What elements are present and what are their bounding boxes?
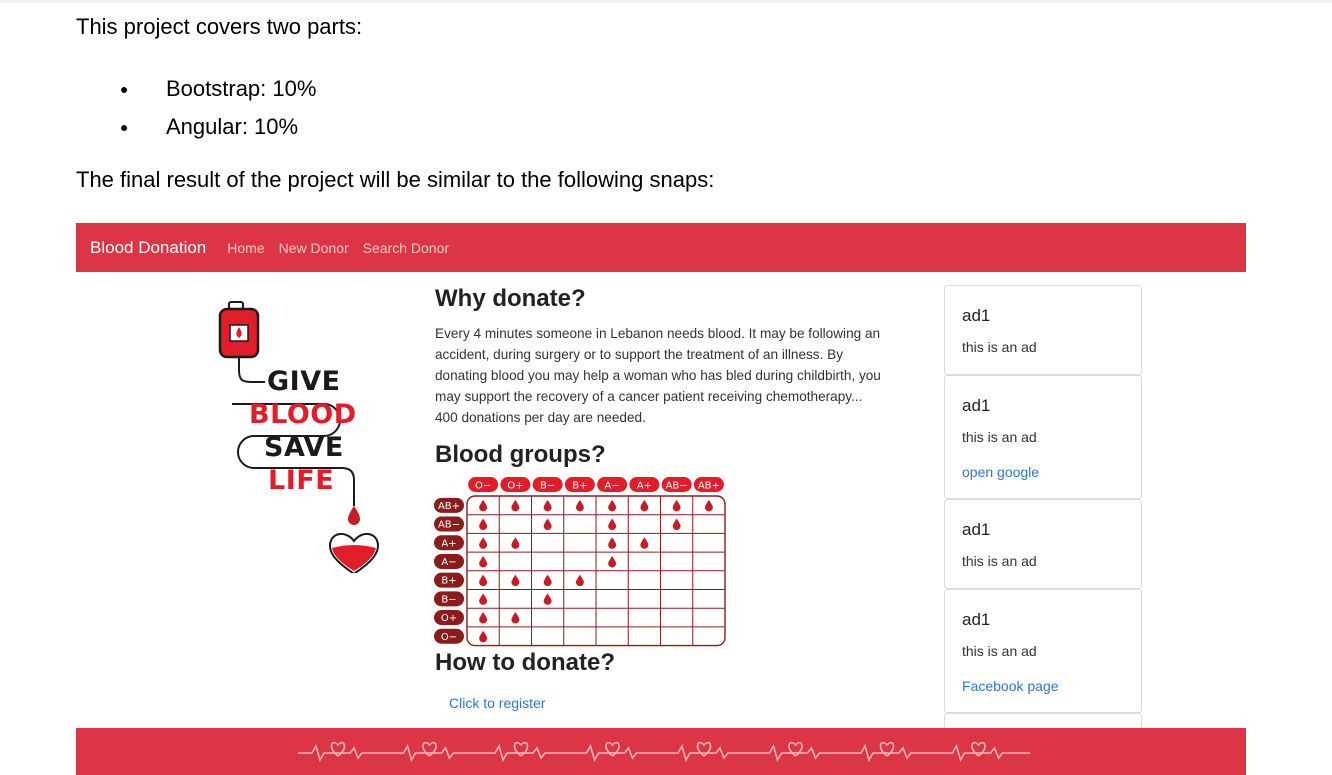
footer [76, 728, 1246, 775]
donor-label: AB− [666, 481, 688, 492]
blood-groups-table: O− O+ B− B+ A− A+ AB− AB+ AB+ AB− A+ A− B+ B− O+ O− [434, 477, 726, 647]
website-snapshot: Blood Donation Home New Donor Search Don… [76, 223, 1246, 775]
why-donate-text: Every 4 minutes someone in Lebanon needs… [435, 326, 881, 425]
ad-link-open-google[interactable]: open google [962, 464, 1039, 480]
nav-link-home[interactable]: Home [227, 240, 264, 256]
ad-text: this is an ad [962, 429, 1037, 445]
recipient-label: A+ [441, 538, 456, 549]
ad-title: ad1 [962, 610, 991, 629]
heart-icon [605, 741, 620, 757]
ad-card: ad1 this is an ad Facebook page [944, 589, 1142, 713]
nav-link-new-donor[interactable]: New Donor [279, 240, 349, 256]
ad-card: ad1 this is an ad open google [944, 375, 1142, 499]
nav-link-search-donor[interactable]: Search Donor [363, 240, 449, 256]
heart-icon [513, 741, 529, 757]
recipient-label: O+ [441, 613, 457, 624]
ad-title: ad1 [962, 306, 991, 325]
ad-title: ad1 [962, 396, 991, 415]
list-item-text: Bootstrap: 10% [166, 76, 317, 101]
heart-icon [696, 741, 712, 757]
poster-word-save: SAVE [264, 432, 344, 463]
list-item: ● Angular: 10% [120, 108, 316, 146]
ads-column: ad1 this is an ad ad1 this is an ad open… [944, 285, 1142, 743]
navbar: Blood Donation Home New Donor Search Don… [76, 223, 1246, 272]
heart-icon [879, 741, 895, 757]
poster-word-give: GIVE [267, 366, 341, 397]
recipient-label: O− [441, 632, 457, 643]
doc-parts-list: ● Bootstrap: 10% ● Angular: 10% [120, 70, 316, 146]
blood-groups-heading: Blood groups? [435, 441, 606, 468]
register-link[interactable]: Click to register [449, 695, 545, 711]
recipient-label: AB− [438, 520, 460, 531]
donor-label: A+ [637, 481, 652, 492]
heartbeat-line [298, 743, 1030, 763]
doc-intro-text: This project covers two parts: [76, 14, 363, 39]
donor-label: O− [475, 481, 491, 492]
doc-outro-text: The final result of the project will be … [76, 167, 715, 192]
page-top-border [0, 0, 1332, 3]
heart-icon [422, 741, 437, 757]
ad-text: this is an ad [962, 339, 1037, 355]
why-donate-heading: Why donate? [435, 285, 586, 312]
bullet-icon: ● [120, 119, 129, 135]
heart-icon [788, 741, 803, 757]
poster-word-life: LIFE [268, 465, 335, 496]
donor-label: B+ [572, 481, 587, 492]
bullet-icon: ● [120, 81, 129, 97]
donor-label: A− [605, 481, 620, 492]
list-item: ● Bootstrap: 10% [120, 70, 316, 108]
ad-text: this is an ad [962, 553, 1037, 569]
recipient-label: A− [441, 557, 456, 568]
poster-word-blood: BLOOD [249, 399, 357, 430]
ad-link-facebook-page[interactable]: Facebook page [962, 678, 1059, 694]
recipient-label: B− [441, 594, 456, 605]
list-item-text: Angular: 10% [166, 114, 299, 139]
donor-label: O+ [507, 481, 523, 492]
give-blood-poster: GIVE BLOOD SAVE LIFE [214, 298, 404, 573]
ad-title: ad1 [962, 520, 991, 539]
how-to-donate-heading: How to donate? [435, 649, 615, 676]
ad-card: ad1 this is an ad [944, 499, 1142, 589]
heart-icon [330, 741, 346, 757]
recipient-label: AB+ [438, 501, 460, 512]
donor-label: AB+ [698, 481, 720, 492]
navbar-brand[interactable]: Blood Donation [90, 238, 206, 258]
recipient-label: B+ [441, 576, 456, 587]
donor-label: B− [540, 481, 555, 492]
ad-text: this is an ad [962, 643, 1037, 659]
heartbeat-line-icon [298, 741, 1030, 763]
heart-icon [971, 741, 986, 757]
ad-card: ad1 this is an ad [944, 285, 1142, 375]
